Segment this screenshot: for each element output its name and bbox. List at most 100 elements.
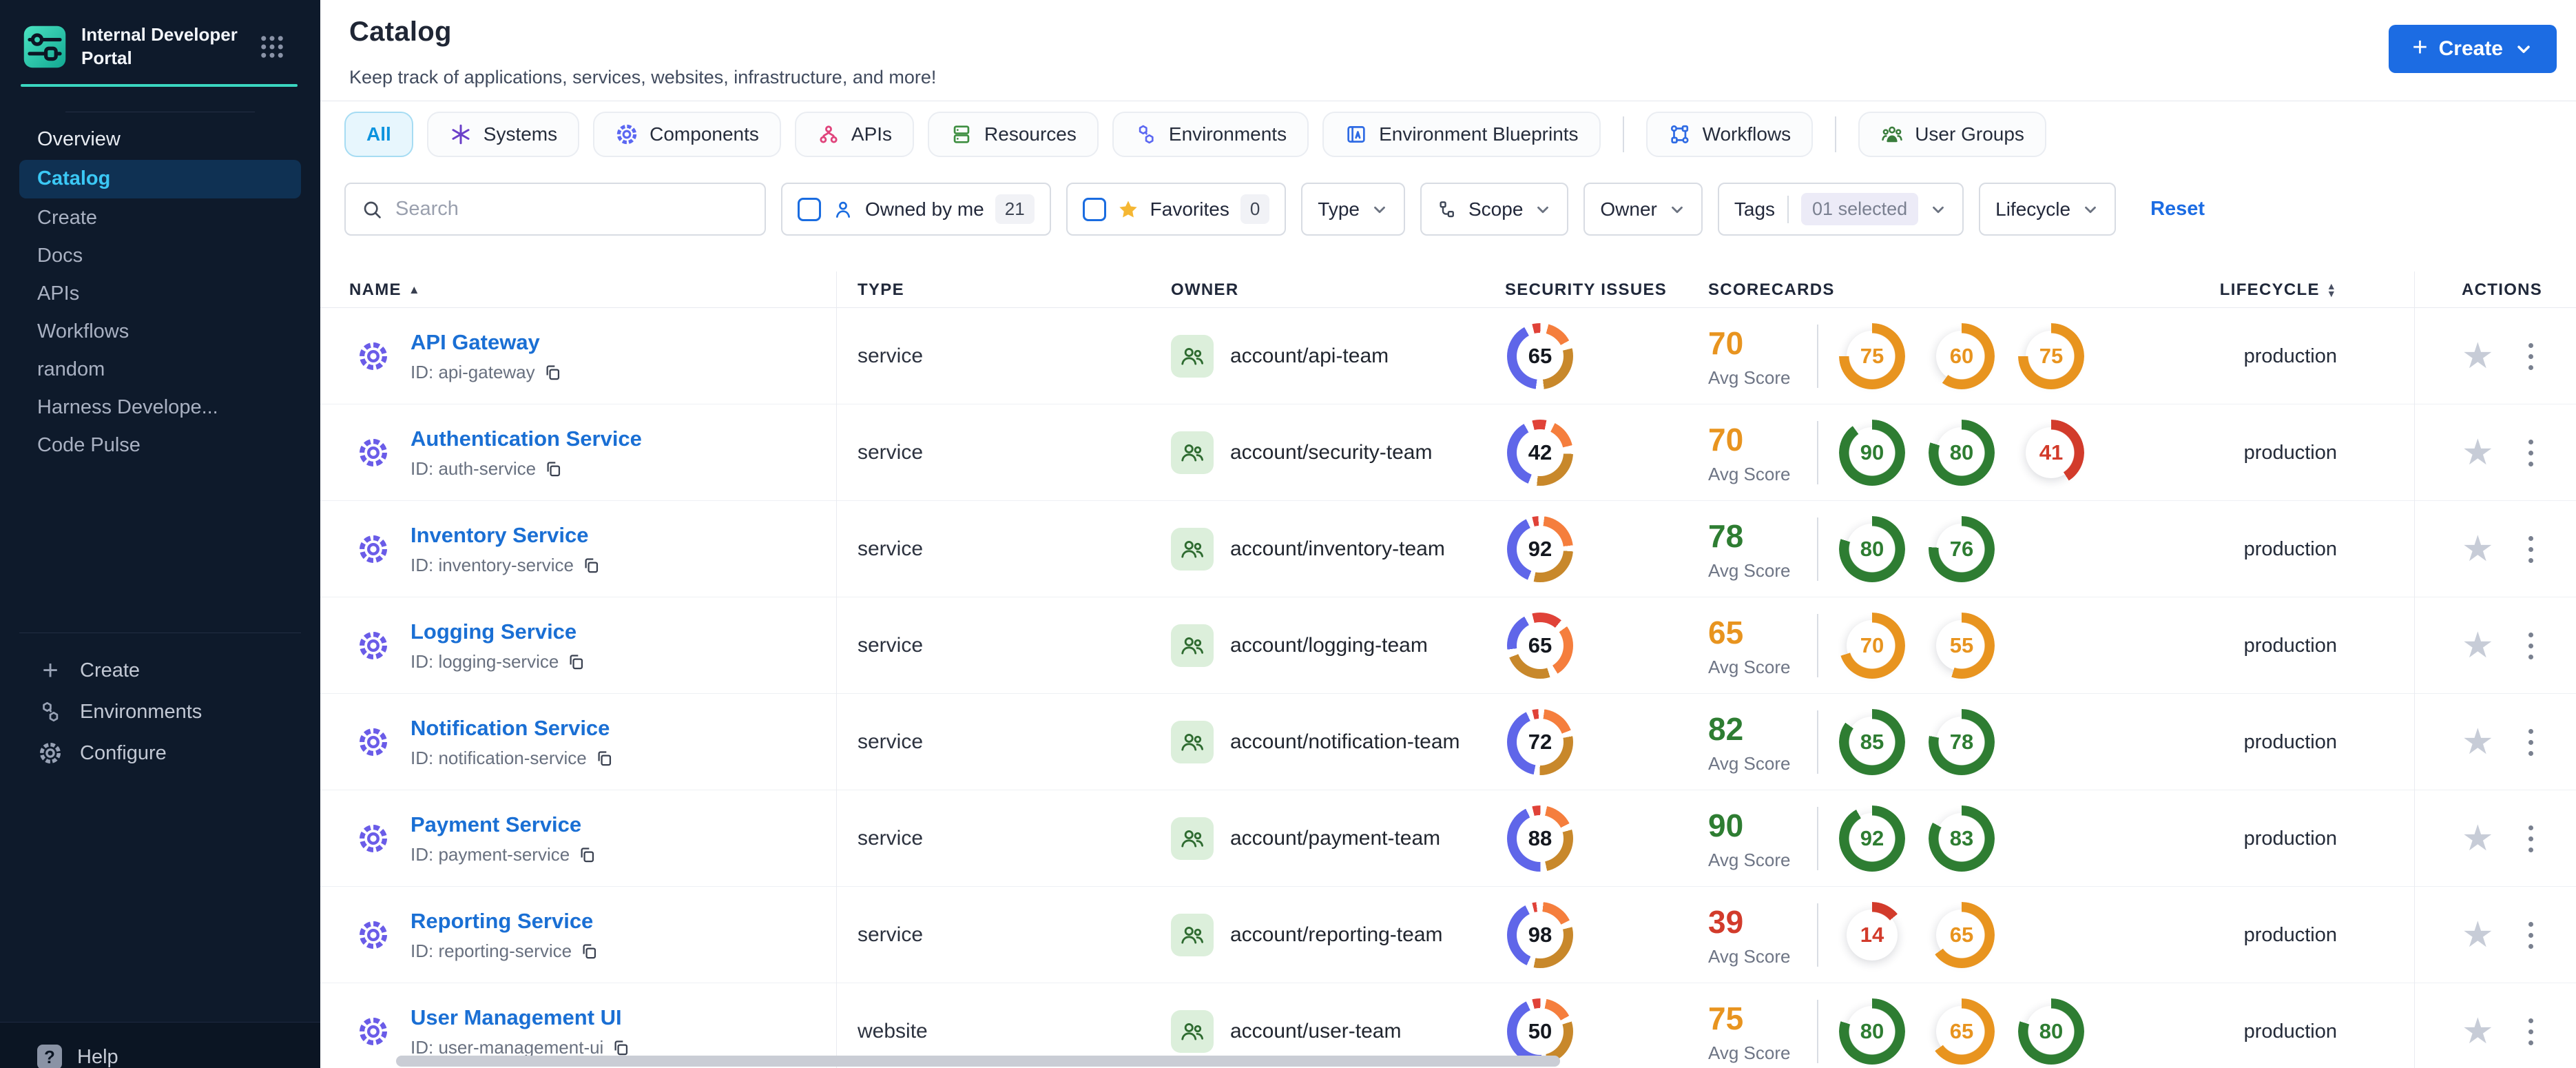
sidebar-item-help[interactable]: ? Help [0, 1023, 320, 1068]
copy-icon[interactable] [595, 749, 614, 768]
more-actions-kebab-icon[interactable] [2524, 918, 2537, 953]
table-row[interactable]: API Gateway ID: api-gateway service account… [320, 308, 2576, 404]
sidebar-item-random[interactable]: random [19, 352, 301, 388]
scorecard-ring[interactable]: 70 [1839, 613, 1905, 679]
favorite-star-icon[interactable]: ★ [2462, 821, 2494, 856]
tab-components[interactable]: Components [593, 112, 781, 157]
owner-value[interactable]: account/inventory-team [1230, 537, 1445, 561]
favorite-star-icon[interactable]: ★ [2462, 435, 2494, 471]
type-dropdown[interactable]: Type [1301, 183, 1405, 236]
search-input[interactable] [395, 198, 749, 220]
table-row[interactable]: Inventory Service ID: inventory-service se… [320, 501, 2576, 597]
scorecard-ring[interactable]: 78 [1929, 709, 1995, 775]
favorite-star-icon[interactable]: ★ [2462, 917, 2494, 953]
scorecard-ring[interactable]: 76 [1929, 516, 1995, 582]
tab-systems[interactable]: Systems [426, 112, 580, 157]
column-header-lifecycle[interactable]: LIFECYCLE ▲ ▼ [2220, 280, 2414, 300]
sidebar-item-docs[interactable]: Docs [19, 238, 301, 274]
scope-dropdown[interactable]: Scope [1420, 183, 1569, 236]
more-actions-kebab-icon[interactable] [2524, 821, 2537, 856]
scorecard-ring[interactable]: 92 [1839, 805, 1905, 872]
scorecard-ring[interactable]: 60 [1929, 323, 1995, 389]
tab-workflows[interactable]: Workflows [1645, 112, 1814, 157]
entity-name-link[interactable]: Payment Service [411, 812, 596, 837]
owned-by-me-checkbox[interactable] [798, 197, 821, 221]
entity-name-link[interactable]: Authentication Service [411, 427, 642, 451]
owner-value[interactable]: account/security-team [1230, 441, 1432, 464]
owner-value[interactable]: account/logging-team [1230, 634, 1428, 657]
tab-environment-blueprints[interactable]: Environment Blueprints [1322, 112, 1601, 157]
tab-all[interactable]: All [344, 112, 413, 157]
more-actions-kebab-icon[interactable] [2524, 628, 2537, 664]
favorite-star-icon[interactable]: ★ [2462, 1014, 2494, 1049]
copy-icon[interactable] [567, 653, 585, 671]
favorite-star-icon[interactable]: ★ [2462, 338, 2494, 374]
tab-environments[interactable]: Environments [1112, 112, 1309, 157]
scorecard-ring[interactable]: 80 [1929, 420, 1995, 486]
copy-icon[interactable] [578, 845, 596, 864]
scorecard-ring[interactable]: 55 [1929, 613, 1995, 679]
entity-name-link[interactable]: Notification Service [411, 716, 614, 741]
table-row[interactable]: Notification Service ID: notification-ser… [320, 694, 2576, 790]
copy-icon[interactable] [580, 942, 599, 961]
tab-user-groups[interactable]: User Groups [1858, 112, 2046, 157]
more-actions-kebab-icon[interactable] [2524, 339, 2537, 374]
owner-value[interactable]: account/user-team [1230, 1020, 1401, 1043]
favorite-star-icon[interactable]: ★ [2462, 628, 2494, 664]
owner-dropdown[interactable]: Owner [1583, 183, 1703, 236]
entity-name-link[interactable]: Logging Service [411, 619, 585, 644]
copy-icon[interactable] [612, 1038, 630, 1057]
sidebar-item-overview[interactable]: Overview [19, 122, 301, 158]
favorite-star-icon[interactable]: ★ [2462, 724, 2494, 760]
scorecard-ring[interactable]: 41 [2018, 420, 2084, 486]
copy-icon[interactable] [543, 363, 562, 382]
scorecard-ring[interactable]: 75 [1839, 323, 1905, 389]
sidebar-item-apis[interactable]: APIs [19, 276, 301, 312]
favorites-checkbox[interactable] [1082, 197, 1106, 221]
sidebar-item-harness-develope-[interactable]: Harness Develope... [19, 390, 301, 426]
scorecard-ring[interactable]: 65 [1929, 998, 1995, 1065]
scorecard-ring[interactable]: 75 [2018, 323, 2084, 389]
more-actions-kebab-icon[interactable] [2524, 1014, 2537, 1049]
scorecard-ring[interactable]: 80 [1839, 516, 1905, 582]
favorites-filter[interactable]: Favorites 0 [1066, 183, 1287, 236]
more-actions-kebab-icon[interactable] [2524, 435, 2537, 471]
owner-value[interactable]: account/api-team [1230, 345, 1389, 368]
table-row[interactable]: Reporting Service ID: reporting-service se… [320, 887, 2576, 983]
column-header-name[interactable]: NAME ▲ [320, 271, 837, 308]
sidebar-item-code-pulse[interactable]: Code Pulse [19, 428, 301, 464]
copy-icon[interactable] [544, 460, 563, 478]
sidebar-item-workflows[interactable]: Workflows [19, 314, 301, 350]
owner-value[interactable]: account/notification-team [1230, 730, 1460, 754]
table-row[interactable]: Logging Service ID: logging-service servic… [320, 597, 2576, 694]
sidebar-item-create[interactable]: Create [19, 201, 301, 236]
lifecycle-dropdown[interactable]: Lifecycle [1979, 183, 2117, 236]
horizontal-scrollbar-thumb[interactable] [396, 1056, 1560, 1067]
scorecard-ring[interactable]: 80 [2018, 998, 2084, 1065]
owned-by-me-filter[interactable]: Owned by me 21 [781, 183, 1051, 236]
entity-name-link[interactable]: User Management UI [411, 1005, 630, 1030]
scorecard-ring[interactable]: 85 [1839, 709, 1905, 775]
tab-apis[interactable]: APIs [794, 112, 915, 157]
more-actions-kebab-icon[interactable] [2524, 725, 2537, 760]
scorecard-ring[interactable]: 83 [1929, 805, 1995, 872]
entity-name-link[interactable]: API Gateway [411, 330, 562, 355]
sidebar-item-catalog[interactable]: Catalog [19, 159, 301, 198]
reset-filters-link[interactable]: Reset [2150, 198, 2205, 220]
entity-name-link[interactable]: Inventory Service [411, 523, 601, 548]
owner-value[interactable]: account/reporting-team [1230, 923, 1443, 947]
copy-icon[interactable] [582, 556, 601, 575]
sidebar-footer-item-configure[interactable]: Configure [0, 732, 320, 774]
table-row[interactable]: Payment Service ID: payment-service servic… [320, 790, 2576, 887]
tab-resources[interactable]: Resources [928, 112, 1099, 157]
scorecard-ring[interactable]: 65 [1929, 902, 1995, 968]
table-row[interactable]: Authentication Service ID: auth-service se… [320, 404, 2576, 501]
sidebar-footer-item-environments[interactable]: Environments [0, 691, 320, 732]
create-button[interactable]: + Create [2389, 25, 2557, 73]
scorecard-ring[interactable]: 80 [1839, 998, 1905, 1065]
scorecard-ring[interactable]: 14 [1839, 902, 1905, 968]
sidebar-footer-item-create[interactable]: + Create [0, 650, 320, 691]
owner-value[interactable]: account/payment-team [1230, 827, 1440, 850]
app-grid-icon[interactable] [258, 32, 287, 61]
favorite-star-icon[interactable]: ★ [2462, 531, 2494, 567]
